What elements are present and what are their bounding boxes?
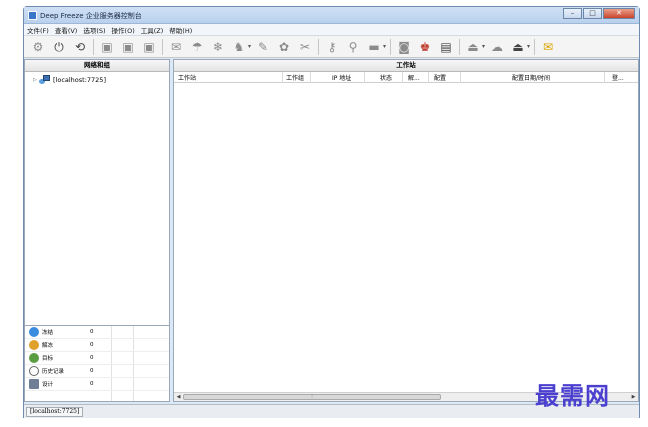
app-window: Deep Freeze 企业服务器控制台 – □ ✕ 文件(F) 查看(V) 选… [23,6,640,418]
menu-help[interactable]: 帮助(H) [169,25,192,35]
export-dropdown-chevron-icon[interactable]: ▾ [527,43,530,50]
status-row-target[interactable]: 目标 0 [25,352,169,365]
toolbar-separator [459,38,461,55]
menu-bar: 文件(F) 查看(V) 选项(S) 操作(O) 工具(Z) 帮助(H) [24,24,639,36]
column-thaw[interactable]: 解... [408,73,420,82]
column-divider[interactable] [402,72,403,83]
workstation-icon[interactable]: ▣ [99,39,115,55]
column-config[interactable]: 配置 [434,73,446,82]
column-divider[interactable] [428,72,429,83]
export-icon[interactable]: ⏏ [510,39,526,55]
users-dropdown-chevron-icon[interactable]: ▾ [248,43,251,50]
window-title: Deep Freeze 企业服务器控制台 [40,12,142,20]
workstations-header: 工作站 [174,60,638,72]
status-host: [localhost:7725] [26,407,84,417]
network-icon[interactable]: ☁ [489,39,505,55]
scan-icon[interactable]: ◙ [396,39,412,55]
column-status[interactable]: 状态 [380,73,392,82]
add-user-icon[interactable]: ♚ [417,39,433,55]
maximize-button[interactable]: □ [583,8,602,19]
status-count: 0 [90,381,94,387]
message-icon[interactable]: ✉ [168,39,184,55]
close-button[interactable]: ✕ [603,8,635,19]
toolbar-separator [534,38,536,55]
networks-groups-header: 网络和组 [25,60,169,72]
status-count: 0 [90,329,94,335]
freeze-icon[interactable]: ❄ [210,39,226,55]
network-computer-icon [39,75,51,84]
toolbar-separator [162,38,163,55]
drive-icon[interactable]: ▬ [366,39,382,55]
toolbar: ⚙ ⏻ ⟲ ▣ ▣ ▣ ✉ ☂ ❄ ♞ ▾ ✎ ✿ ✂ ⚷ ⚲ ▬ ▾ ◙ ♚ … [24,36,639,58]
tree-node-label: [localhost:7725] [53,75,106,84]
key-icon[interactable]: ⚷ [324,39,340,55]
column-divider[interactable] [282,72,283,83]
scroll-left-arrow-icon[interactable]: ◀ [175,394,182,401]
status-row-thawed[interactable]: 解冻 0 [25,339,169,352]
menu-view[interactable]: 查看(V) [55,25,78,35]
tree-node-localhost[interactable]: ▷ [localhost:7725] [33,75,106,84]
status-row-frozen[interactable]: 冻结 0 [25,326,169,339]
window-controls: – □ ✕ [562,8,635,19]
status-label: 冻结 [42,330,54,336]
status-count: 0 [90,342,94,348]
menu-tools[interactable]: 工具(Z) [141,25,164,35]
design-icon [29,379,39,389]
target-icon [29,353,39,363]
app-logo-icon [28,11,37,20]
column-ip-address[interactable]: IP 地址 [332,73,351,82]
networks-groups-pane: 网络和组 ▷ [localhost:7725] 冻结 0 解冻 0 目标 0 历… [24,59,170,402]
status-row-history[interactable]: 历史记录 0 [25,365,169,378]
drive-dropdown-chevron-icon[interactable]: ▾ [383,43,386,50]
menu-actions[interactable]: 操作(O) [112,25,135,35]
column-divider[interactable] [364,72,365,83]
scroll-thumb[interactable]: ⁝ [183,394,441,400]
history-clock-icon [29,366,39,376]
column-divider[interactable] [604,72,605,83]
wrench-icon[interactable]: ✎ [255,39,271,55]
column-config-datetime[interactable]: 配置日期/时间 [512,73,550,82]
workstation-icon[interactable]: ▣ [141,39,157,55]
upload-dropdown-chevron-icon[interactable]: ▾ [482,43,485,50]
minimize-button[interactable]: – [563,8,582,19]
thaw-icon[interactable]: ☂ [189,39,205,55]
upload-icon[interactable]: ⏏ [465,39,481,55]
frozen-icon [29,327,39,337]
reboot-icon[interactable]: ⟲ [72,39,88,55]
settings-icon[interactable]: ⚙ [30,39,46,55]
users-icon[interactable]: ♞ [231,39,247,55]
column-divider[interactable] [460,72,461,83]
update-icon[interactable]: ✿ [276,39,292,55]
column-divider[interactable] [310,72,311,83]
workstation-table-header: 工作站 工作组 IP 地址 状态 解... 配置 配置日期/时间 登... [174,72,638,83]
toolbar-separator [93,38,94,55]
status-summary-panel: 冻结 0 解冻 0 目标 0 历史记录 0 设计 0 [25,325,169,401]
install-icon[interactable]: ✂ [297,39,313,55]
schedule-icon[interactable]: ▤ [438,39,454,55]
thawed-icon [29,340,39,350]
status-label: 设计 [42,382,54,388]
column-login[interactable]: 登... [612,73,624,82]
watermark-text: 最需网 [535,381,610,410]
workstations-pane: 工作站 工作站 工作组 IP 地址 状态 解... 配置 配置日期/时间 登..… [173,59,639,402]
column-workgroup[interactable]: 工作组 [286,73,304,82]
remote-icon[interactable]: ⚲ [345,39,361,55]
status-label: 目标 [42,356,54,362]
status-row-design[interactable]: 设计 0 [25,378,169,391]
power-icon[interactable]: ⏻ [51,39,67,55]
column-workstation[interactable]: 工作站 [178,73,196,82]
toolbar-separator [390,38,392,55]
status-label: 解冻 [42,343,54,349]
status-count: 0 [90,368,94,374]
network-tree: ▷ [localhost:7725] [25,72,169,320]
workstation-icon[interactable]: ▣ [120,39,136,55]
scroll-right-arrow-icon[interactable]: ▶ [630,394,637,401]
status-label: 历史记录 [42,369,65,375]
menu-file[interactable]: 文件(F) [27,25,49,35]
notification-icon[interactable]: ✉ [540,39,556,55]
menu-options[interactable]: 选项(S) [83,25,105,35]
title-bar: Deep Freeze 企业服务器控制台 – □ ✕ [24,7,639,24]
toolbar-separator [318,38,320,55]
status-count: 0 [90,355,94,361]
